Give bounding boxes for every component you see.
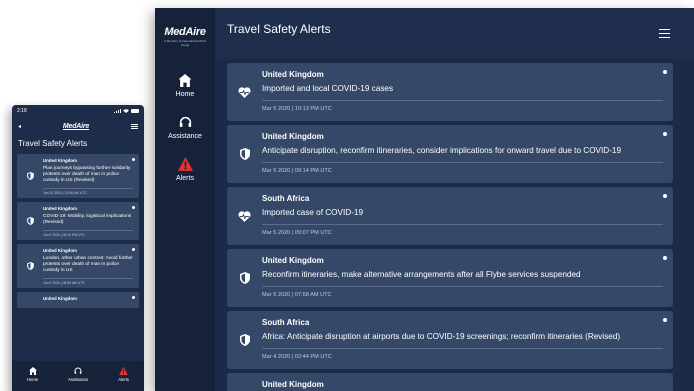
- unread-dot: [132, 205, 135, 209]
- nav-label: Alerts: [118, 377, 130, 382]
- nav-assistance[interactable]: Assistance: [68, 366, 88, 391]
- unread-dot: [663, 70, 667, 74]
- battery-icon: [131, 109, 139, 113]
- nav-alerts[interactable]: Alerts: [118, 366, 129, 391]
- phone-top-bar: ◂ MedAire: [12, 117, 144, 135]
- phone-status-bar: 2:18: [12, 105, 144, 117]
- sidebar-item-label: Home: [175, 91, 195, 98]
- alert-card[interactable]: South Africa Africa: Anticipate disrupti…: [227, 311, 673, 369]
- logo: MedAire A Member of International SOS Gr…: [163, 26, 207, 48]
- alert-date: Jun 10 2020 | 12:56 AM UTC: [43, 187, 133, 195]
- phone-page-title: Travel Safety Alerts: [18, 139, 88, 148]
- unread-dot: [663, 256, 667, 260]
- alert-country: United Kingdom: [43, 158, 77, 163]
- alert-headline: Imported and local COVID-19 cases: [262, 84, 394, 93]
- alert-date: Mar 4 2020 | 02:44 PM UTC: [262, 348, 663, 360]
- nav-home[interactable]: Home: [27, 366, 38, 391]
- headset-icon: [74, 367, 82, 374]
- unread-dot: [132, 158, 135, 161]
- sidebar: MedAire A Member of International SOS Gr…: [155, 8, 215, 391]
- alert-triangle-icon: [177, 157, 193, 171]
- wifi-icon: [123, 109, 129, 113]
- alert-headline: Plan journeys bypassing further solidari…: [43, 166, 131, 183]
- sidebar-item-alerts[interactable]: Alerts: [155, 156, 215, 182]
- alert-headline: Africa: Anticipate disruption at airport…: [262, 332, 621, 341]
- alert-date: Mar 5 2020 | 07:58 AM UTC: [262, 286, 663, 298]
- alert-date: Mar 5 2020 | 10:13 PM UTC: [262, 100, 663, 112]
- logo-subtitle: A Member of International SOS Group: [164, 39, 206, 47]
- alert-country: United Kingdom: [262, 380, 324, 389]
- alert-card[interactable]: United Kingdom Imported and local COVID-…: [227, 63, 673, 121]
- alert-card[interactable]: United Kingdom London, other urban centr…: [17, 243, 139, 288]
- back-button[interactable]: ◂: [18, 123, 21, 130]
- home-icon: [178, 73, 192, 87]
- alert-country: United Kingdom: [262, 256, 324, 265]
- header: Travel Safety Alerts: [215, 8, 694, 58]
- heartbeat-icon: [238, 210, 251, 222]
- phone-alert-list: United Kingdom Plan journeys bypassing f…: [12, 154, 144, 308]
- shield-icon: [239, 272, 250, 284]
- phone-app: 2:18 ◂ MedAire Travel Safety Alerts Unit…: [12, 105, 144, 391]
- alert-date: Jun 9 2020 | 08:59 AM UTC: [43, 277, 133, 285]
- sidebar-item-assistance[interactable]: Assistance: [155, 114, 215, 140]
- alert-card[interactable]: United Kingdom Reconfirm itineraries, ma…: [227, 249, 673, 307]
- alert-date: Mar 5 2020 | 09:07 PM UTC: [262, 224, 663, 236]
- nav-label: Home: [26, 377, 39, 382]
- sidebar-item-label: Alerts: [176, 175, 194, 182]
- signal-icon: [114, 109, 121, 113]
- heartbeat-icon: [238, 86, 251, 98]
- page-title: Travel Safety Alerts: [227, 22, 331, 36]
- alert-country: United Kingdom: [43, 247, 77, 253]
- alert-date: Jun 9 2020 | 08:15 PM UTC: [43, 229, 133, 237]
- alert-country: South Africa: [262, 318, 310, 327]
- alert-headline: COVID-19: Mobility, logistical implicati…: [43, 213, 132, 225]
- phone-logo: MedAire: [62, 122, 90, 130]
- alert-country: United Kingdom: [262, 70, 324, 79]
- shield-icon: [239, 148, 250, 160]
- screenshot-stage: 2:18 ◂ MedAire Travel Safety Alerts Unit…: [0, 0, 694, 391]
- hamburger-menu-icon[interactable]: [130, 123, 138, 129]
- tablet-app: MedAire A Member of International SOS Gr…: [155, 8, 694, 391]
- alert-card[interactable]: United Kingdom Anticipate disruption, re…: [227, 125, 673, 183]
- alert-triangle-icon: [119, 366, 129, 375]
- phone-bottom-nav: Home Assistance Alerts: [12, 361, 144, 391]
- shield-icon: [26, 216, 34, 225]
- alert-list: United Kingdom Imported and local COVID-…: [227, 63, 673, 391]
- alert-card[interactable]: United Kingdom: [17, 291, 139, 308]
- alert-card[interactable]: United Kingdom: [227, 373, 673, 391]
- headset-icon: [179, 116, 191, 127]
- logo-name: MedAire: [164, 26, 206, 38]
- alert-country: United Kingdom: [43, 205, 77, 211]
- alert-date: Mar 5 2020 | 09:14 PM UTC: [262, 162, 663, 174]
- alert-country: United Kingdom: [262, 132, 324, 141]
- unread-dot: [132, 295, 135, 299]
- alert-country: United Kingdom: [43, 295, 77, 301]
- sidebar-nav: Home Assistance Alerts: [155, 72, 215, 198]
- alert-card[interactable]: United Kingdom Plan journeys bypassing f…: [17, 154, 139, 198]
- sidebar-item-label: Assistance: [168, 133, 202, 140]
- home-icon: [28, 366, 37, 375]
- alert-headline: Anticipate disruption, reconfirm itinera…: [262, 146, 622, 155]
- unread-dot: [132, 247, 135, 251]
- nav-label: Assistance: [68, 377, 89, 382]
- shield-icon: [26, 171, 34, 180]
- shield-icon: [26, 261, 34, 270]
- hamburger-menu-icon[interactable]: [659, 29, 670, 38]
- status-time: 2:18: [17, 108, 27, 114]
- sidebar-item-home[interactable]: Home: [155, 72, 215, 98]
- alert-headline: Reconfirm itineraries, make alternative …: [262, 270, 581, 279]
- status-icons: [114, 109, 139, 113]
- unread-dot: [663, 194, 667, 198]
- alert-country: South Africa: [262, 194, 310, 203]
- unread-dot: [663, 132, 667, 136]
- alert-card[interactable]: South Africa Imported case of COVID-19 M…: [227, 187, 673, 245]
- unread-dot: [663, 318, 667, 322]
- alert-headline: London, other urban centres: Avoid furth…: [43, 255, 133, 273]
- shield-icon: [239, 334, 250, 346]
- alert-card[interactable]: United Kingdom COVID-19: Mobility, logis…: [17, 201, 139, 240]
- alert-headline: Imported case of COVID-19: [262, 208, 364, 217]
